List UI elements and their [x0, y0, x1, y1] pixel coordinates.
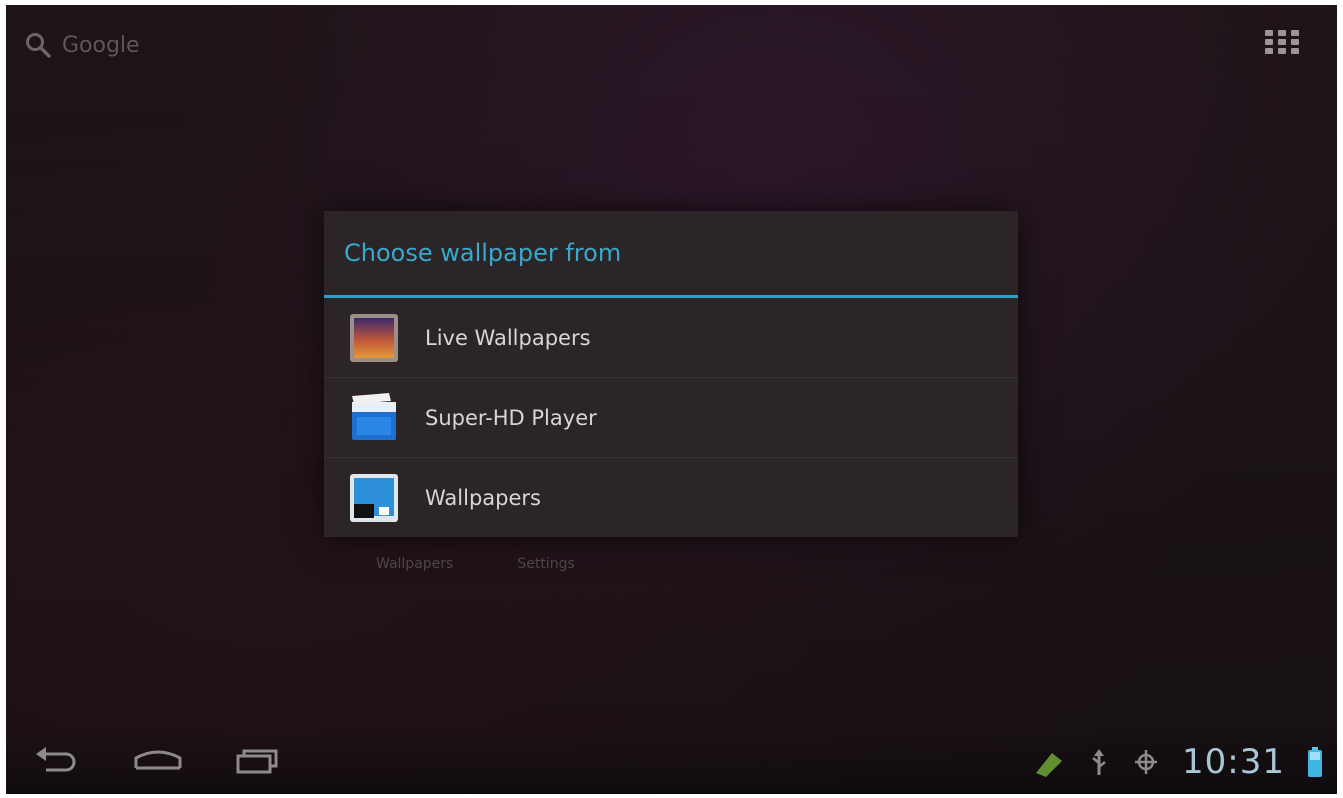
apps-grid-dot — [1278, 30, 1286, 36]
wallpapers-icon — [350, 473, 398, 522]
download-notification-icon — [1135, 750, 1158, 774]
apps-grid-dot — [1278, 48, 1286, 54]
google-search-bar[interactable]: Google — [24, 27, 140, 63]
wallpaper-chooser-dialog: Choose wallpaper from Live Wallpapers Su… — [324, 211, 1018, 537]
background-hints: Wallpapers Settings — [376, 556, 575, 572]
status-area[interactable]: 10:31 — [1032, 742, 1323, 782]
live-wallpapers-icon — [350, 313, 398, 362]
search-label: Google — [62, 32, 140, 58]
system-bar: 10:31 — [6, 732, 1337, 794]
apps-grid-dot — [1265, 30, 1273, 36]
home-screen: Google Choose wallpaper from Live Wallpa… — [6, 5, 1337, 794]
option-super-hd-player[interactable]: Super-HD Player — [324, 378, 1018, 458]
debug-android-icon — [1036, 753, 1063, 777]
apps-grid-dot — [1291, 48, 1299, 54]
apps-grid-dot — [1265, 39, 1273, 45]
option-live-wallpapers[interactable]: Live Wallpapers — [324, 298, 1018, 378]
super-hd-player-icon — [352, 392, 396, 440]
apps-grid-dot — [1291, 30, 1299, 36]
option-wallpapers[interactable]: Wallpapers — [324, 458, 1018, 537]
apps-grid-dot — [1278, 39, 1286, 45]
apps-grid-dot — [1291, 39, 1299, 45]
recent-apps-button[interactable] — [232, 744, 284, 778]
hint-settings: Settings — [517, 556, 575, 572]
back-button[interactable] — [32, 744, 82, 778]
option-label: Wallpapers — [425, 485, 541, 510]
dialog-title: Choose wallpaper from — [344, 239, 622, 267]
search-icon — [26, 33, 51, 58]
option-label: Live Wallpapers — [425, 325, 591, 350]
battery-icon — [1308, 747, 1322, 777]
hint-wallpapers: Wallpapers — [376, 556, 454, 572]
usb-icon — [1092, 749, 1106, 775]
option-label: Super-HD Player — [425, 405, 597, 430]
apps-grid-dot — [1265, 48, 1273, 54]
status-clock: 10:31 — [1182, 742, 1285, 782]
all-apps-button[interactable] — [1265, 30, 1299, 58]
home-button[interactable] — [130, 744, 186, 778]
